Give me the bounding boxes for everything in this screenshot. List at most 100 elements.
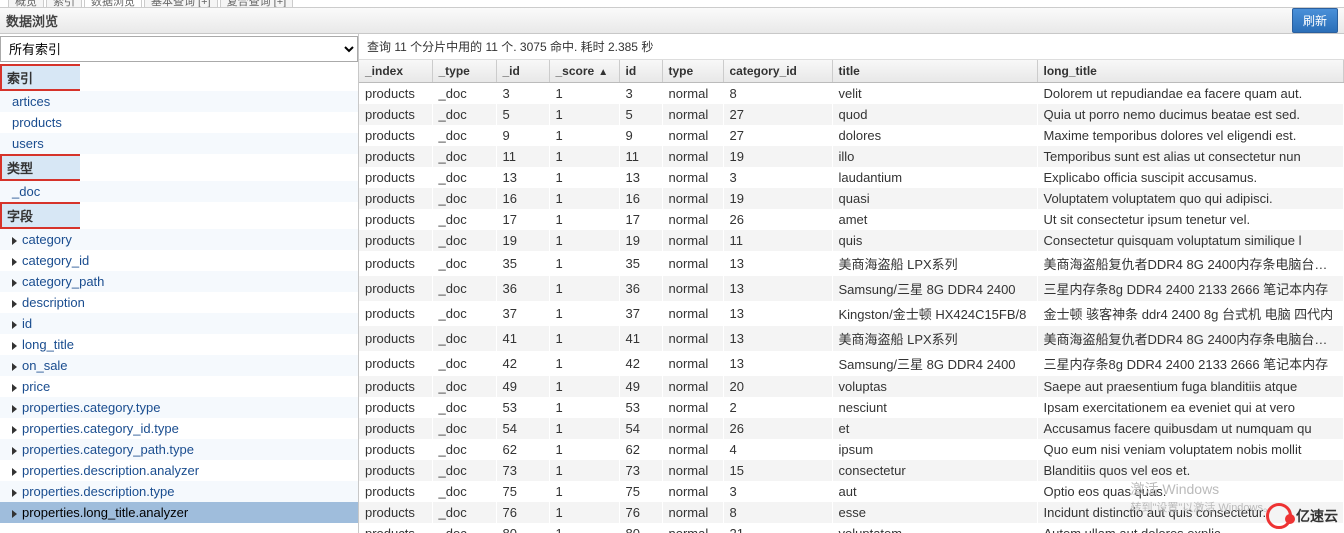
top-tab[interactable]: 概览 [8,0,44,8]
top-tab[interactable]: 数据浏览 [84,0,142,8]
cell-type: normal [662,523,723,533]
cell-_id: 5 [496,104,549,125]
column-header-_type[interactable]: _type [432,60,496,83]
table-row[interactable]: products_doc80180normal21voluptatemAutem… [359,523,1344,533]
column-header-long_title[interactable]: long_title [1037,60,1344,83]
table-row[interactable]: products_doc11111normal19illoTemporibus … [359,146,1344,167]
table-row[interactable]: products_doc75175normal3autOptio eos qua… [359,481,1344,502]
cell-_score: 1 [549,146,619,167]
cell-title: quis [832,230,1037,251]
top-tabs: 概览索引数据浏览基本查询 [+]复合查询 [+] [0,0,1344,8]
table-row[interactable]: products_doc35135normal13美商海盗船 LPX系列美商海盗… [359,251,1344,276]
sidebar-item[interactable]: id [0,313,358,334]
column-header-type[interactable]: type [662,60,723,83]
cell-_index: products [359,230,432,251]
refresh-button[interactable]: 刷新 [1292,8,1338,33]
cell-_score: 1 [549,418,619,439]
cell-_type: _doc [432,276,496,301]
sidebar-item[interactable]: users [0,133,358,154]
sidebar-item[interactable]: properties.category_path.type [0,439,358,460]
cell-long_title: Saepe aut praesentium fuga blanditiis at… [1037,376,1344,397]
sidebar-item[interactable]: properties.category_id.type [0,418,358,439]
table-row[interactable]: products_doc62162normal4ipsumQuo eum nis… [359,439,1344,460]
cell-category_id: 26 [723,418,832,439]
cell-title: quasi [832,188,1037,209]
expand-arrow-icon [12,384,17,392]
cell-category_id: 13 [723,301,832,326]
cell-category_id: 4 [723,439,832,460]
table-row[interactable]: products_doc41141normal13美商海盗船 LPX系列美商海盗… [359,326,1344,351]
cell-_id: 37 [496,301,549,326]
cell-_id: 11 [496,146,549,167]
sidebar-item[interactable]: description [0,292,358,313]
expand-arrow-icon [12,510,17,518]
cell-_type: _doc [432,146,496,167]
cell-_id: 76 [496,502,549,523]
sidebar-item[interactable]: properties.long_title.analyzer [0,502,358,523]
table-row[interactable]: products_doc515normal27quodQuia ut porro… [359,104,1344,125]
cell-id: 76 [619,502,662,523]
sidebar-item[interactable]: properties.description.type [0,481,358,502]
table-row[interactable]: products_doc53153normal2nesciuntIpsam ex… [359,397,1344,418]
sidebar-item[interactable]: products [0,112,358,133]
column-header-_score[interactable]: _score▲ [549,60,619,83]
results-table-wrap[interactable]: _index_type_id_score▲idtypecategory_idti… [359,59,1344,533]
column-header-_index[interactable]: _index [359,60,432,83]
column-header-title[interactable]: title [832,60,1037,83]
sidebar-item[interactable]: properties.category.type [0,397,358,418]
table-row[interactable]: products_doc73173normal15consecteturBlan… [359,460,1344,481]
cell-_type: _doc [432,481,496,502]
sidebar-item-label: properties.category_id.type [22,421,179,436]
sidebar-item[interactable]: artices [0,91,358,112]
table-row[interactable]: products_doc19119normal11quisConsectetur… [359,230,1344,251]
cell-category_id: 8 [723,83,832,105]
expand-arrow-icon [12,468,17,476]
cell-id: 35 [619,251,662,276]
table-row[interactable]: products_doc17117normal26ametUt sit cons… [359,209,1344,230]
top-tab[interactable]: 复合查询 [+] [220,0,294,8]
sidebar-item[interactable]: category_id [0,250,358,271]
top-tab[interactable]: 索引 [46,0,82,8]
table-row[interactable]: products_doc42142normal13Samsung/三星 8G D… [359,351,1344,376]
sidebar-item[interactable]: category [0,229,358,250]
table-row[interactable]: products_doc36136normal13Samsung/三星 8G D… [359,276,1344,301]
cell-_type: _doc [432,397,496,418]
section-header-type: 类型 [0,154,80,181]
expand-arrow-icon [12,237,17,245]
sidebar-item-label: category [22,232,72,247]
table-row[interactable]: products_doc919normal27doloresMaxime tem… [359,125,1344,146]
sidebar-item[interactable]: _doc [0,181,358,202]
index-select[interactable]: 所有索引 [0,36,358,62]
sidebar-item-label: category_path [22,274,104,289]
column-header-_id[interactable]: _id [496,60,549,83]
sidebar-item-label: category_id [22,253,89,268]
table-row[interactable]: products_doc313normal8velitDolorem ut re… [359,83,1344,105]
sidebar-item[interactable]: category_path [0,271,358,292]
sidebar-item[interactable]: on_sale [0,355,358,376]
sidebar-item[interactable]: properties.description.analyzer [0,460,358,481]
cell-category_id: 19 [723,146,832,167]
column-header-category_id[interactable]: category_id [723,60,832,83]
table-row[interactable]: products_doc54154normal26etAccusamus fac… [359,418,1344,439]
sidebar-item[interactable]: long_title [0,334,358,355]
cell-id: 53 [619,397,662,418]
cell-_score: 1 [549,523,619,533]
cell-_index: products [359,397,432,418]
column-header-id[interactable]: id [619,60,662,83]
cell-id: 36 [619,276,662,301]
cell-_type: _doc [432,167,496,188]
cell-_score: 1 [549,230,619,251]
table-row[interactable]: products_doc49149normal20voluptasSaepe a… [359,376,1344,397]
sidebar-item-label: properties.category_path.type [22,442,194,457]
table-row[interactable]: products_doc37137normal13Kingston/金士顿 HX… [359,301,1344,326]
cell-category_id: 13 [723,276,832,301]
cell-id: 49 [619,376,662,397]
cell-long_title: Incidunt distinctio aut quis consectetur… [1037,502,1344,523]
expand-arrow-icon [12,489,17,497]
table-row[interactable]: products_doc13113normal3laudantiumExplic… [359,167,1344,188]
cell-_index: products [359,83,432,105]
top-tab[interactable]: 基本查询 [+] [144,0,218,8]
sidebar-item[interactable]: price [0,376,358,397]
table-row[interactable]: products_doc16116normal19quasiVoluptatem… [359,188,1344,209]
table-row[interactable]: products_doc76176normal8esseIncidunt dis… [359,502,1344,523]
